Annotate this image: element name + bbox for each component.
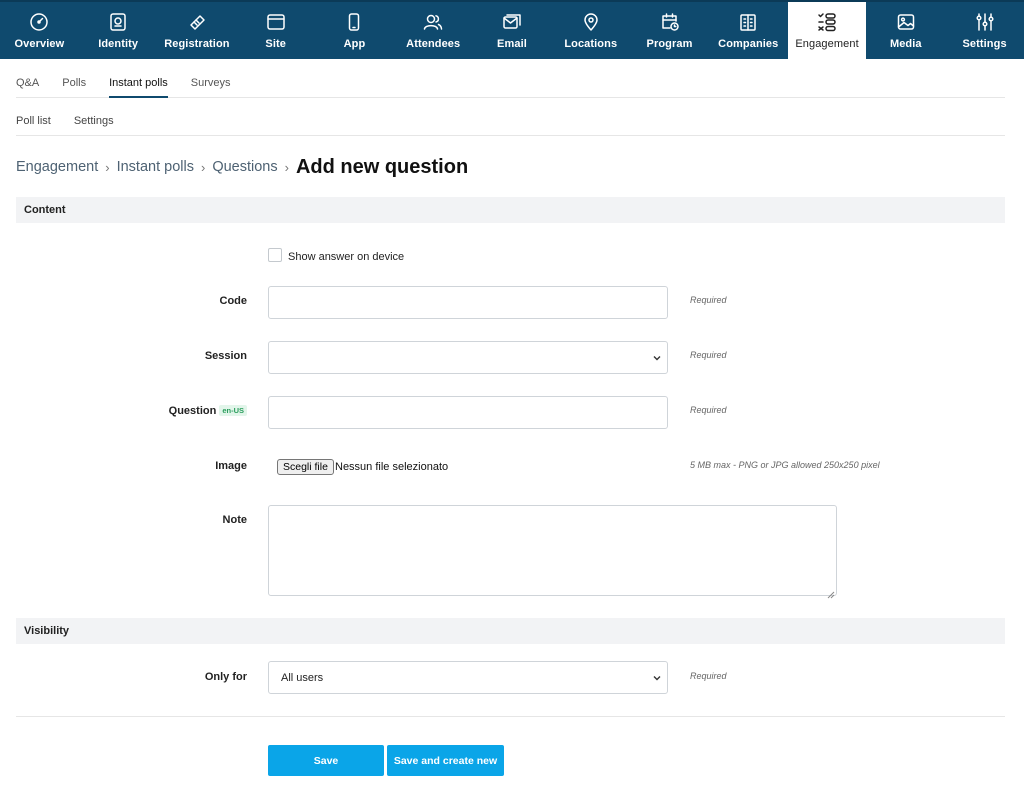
session-required-hint: Required [690, 350, 727, 360]
building-icon [737, 11, 759, 33]
email-icon [501, 11, 523, 33]
note-textarea[interactable] [268, 505, 837, 596]
nav-item-label: Media [889, 38, 922, 50]
nav-item-label: App [343, 38, 366, 50]
tab-polls[interactable]: Polls [62, 59, 86, 98]
nav-item-label: Program [646, 38, 693, 50]
section-header-content: Content [16, 197, 1005, 223]
nav-item-media[interactable]: Media [866, 2, 945, 59]
location-pin-icon [580, 11, 602, 33]
nav-item-program[interactable]: Program [630, 2, 709, 59]
only-for-selected-value: All users [281, 672, 324, 684]
breadcrumb-separator: › [105, 159, 110, 175]
question-label: Question en-US [97, 405, 247, 417]
ticket-icon [186, 11, 208, 33]
sliders-icon [974, 11, 996, 33]
code-input[interactable] [268, 286, 668, 319]
tab-surveys[interactable]: Surveys [191, 59, 231, 98]
nav-item-label: Site [265, 38, 286, 50]
code-label: Code [219, 295, 248, 307]
users-icon [422, 11, 444, 33]
code-required-hint: Required [690, 295, 727, 305]
nav-item-engagement[interactable]: Engagement [787, 2, 867, 59]
question-input[interactable] [268, 396, 668, 429]
nav-item-label: Registration [164, 38, 230, 50]
nav-item-overview[interactable]: Overview [0, 2, 79, 59]
engagement-list-icon [816, 11, 838, 33]
tab-qa[interactable]: Q&A [16, 59, 39, 98]
tab-settings[interactable]: Settings [74, 98, 114, 135]
show-answer-label: Show answer on device [288, 251, 405, 263]
nav-item-label: Settings [962, 38, 1007, 50]
nav-item-label: Overview [14, 38, 65, 50]
breadcrumb-questions[interactable]: Questions [212, 159, 277, 175]
save-button[interactable]: Save [268, 745, 384, 776]
nav-item-app[interactable]: App [315, 2, 394, 59]
page-title: Add new question [295, 155, 469, 178]
form-divider [16, 716, 1005, 717]
nav-item-locations[interactable]: Locations [551, 2, 630, 59]
nav-item-label: Companies [718, 38, 779, 50]
nav-item-attendees[interactable]: Attendees [394, 2, 473, 59]
top-navigation: Overview Identity Registration Site App … [0, 0, 1024, 59]
question-label-text: Question [168, 405, 217, 417]
chevron-down-icon [650, 662, 664, 693]
nav-item-settings[interactable]: Settings [945, 2, 1024, 59]
nav-item-label: Engagement [795, 38, 859, 50]
question-required-hint: Required [690, 405, 727, 415]
only-for-select[interactable]: All users [268, 661, 668, 694]
nav-item-companies[interactable]: Companies [709, 2, 788, 59]
breadcrumb-engagement[interactable]: Engagement [16, 159, 98, 175]
breadcrumb-separator: › [200, 159, 206, 175]
image-label: Image [215, 460, 247, 472]
image-icon [895, 11, 917, 33]
resize-handle-icon[interactable] [827, 586, 835, 599]
engagement-tabs: Q&A Polls Instant polls Surveys [16, 59, 1005, 98]
choose-file-button[interactable]: Scegli file [277, 459, 334, 475]
gauge-icon [28, 11, 50, 33]
only-for-required-hint: Required [690, 671, 727, 681]
image-size-hint: 5 MB max - PNG or JPG allowed 250x250 pi… [690, 460, 880, 470]
file-status-text: Nessun file selezionato [335, 461, 449, 473]
tab-poll-list[interactable]: Poll list [16, 98, 51, 135]
nav-item-label: Locations [564, 38, 618, 50]
nav-item-label: Email [497, 38, 527, 50]
tab-instant-polls[interactable]: Instant polls [109, 59, 168, 98]
note-label: Note [222, 514, 247, 526]
browser-window-icon [265, 11, 287, 33]
breadcrumb-instant-polls[interactable]: Instant polls [117, 159, 194, 175]
section-header-visibility: Visibility [16, 618, 1005, 644]
nav-item-registration[interactable]: Registration [158, 2, 237, 59]
nav-item-label: Identity [98, 38, 139, 50]
nav-item-label: Attendees [406, 38, 461, 50]
session-select[interactable] [268, 341, 668, 374]
session-label: Session [204, 350, 247, 362]
language-badge: en-US [219, 405, 247, 416]
chevron-down-icon [650, 342, 664, 373]
nav-item-email[interactable]: Email [473, 2, 552, 59]
only-for-label: Only for [204, 671, 247, 683]
show-answer-checkbox[interactable] [268, 248, 282, 262]
nav-item-site[interactable]: Site [236, 2, 315, 59]
smartphone-icon [343, 11, 365, 33]
breadcrumb: Engagement › Instant polls › Questions ›… [16, 152, 468, 182]
breadcrumb-separator: › [284, 159, 289, 175]
id-card-icon [107, 11, 129, 33]
save-and-create-new-button[interactable]: Save and create new [387, 745, 504, 776]
nav-item-identity[interactable]: Identity [79, 2, 158, 59]
instant-polls-tabs: Poll list Settings [16, 98, 1005, 136]
calendar-clock-icon [659, 11, 681, 33]
